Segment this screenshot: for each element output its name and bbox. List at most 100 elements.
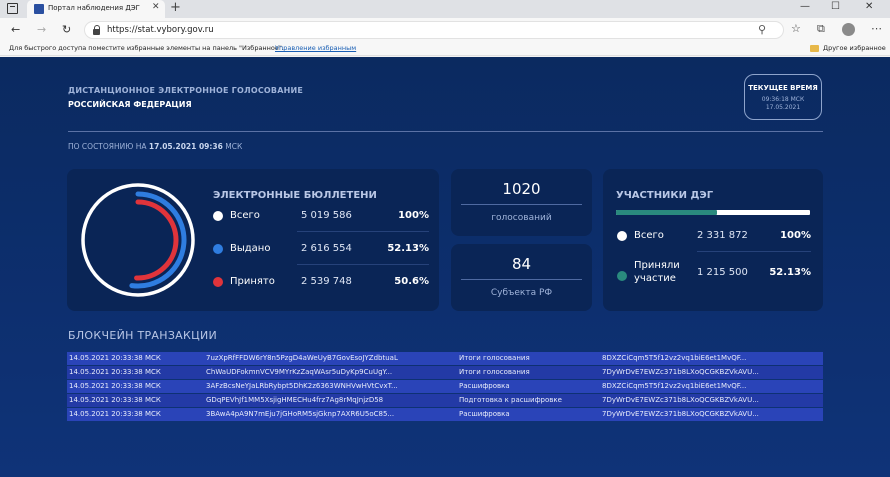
participants-progress-bar [616,210,810,215]
table-row[interactable]: 14.05.2021 20:33:38 МСК 7uzXpRfFFDW6rY8n5… [67,352,823,365]
current-time-label: ТЕКУЩЕЕ ВРЕМЯ [748,84,818,92]
row-value: 2 539 748 [301,276,352,287]
tx-type: Подготовка к расшифровке [459,396,562,404]
refresh-icon[interactable]: ↻ [62,23,71,36]
votes-card: 1020 голосований [451,169,592,236]
tx-signature: 8DXZCiCqm5T5f12vz2vq1biE6et1MvQF... [602,354,747,362]
dashboard-page: ДИСТАНЦИОННОЕ ЭЛЕКТРОННОЕ ГОЛОСОВАНИЕ РО… [0,57,890,477]
folder-icon [810,45,819,52]
back-icon[interactable]: ← [11,23,20,36]
row-percent: 52.13% [387,243,429,254]
read-aloud-icon[interactable]: ⚲ [758,23,766,36]
tx-type: Итоги голосования [459,368,530,376]
url-field[interactable]: https://stat.vybory.gov.ru ⚲ [84,21,784,39]
tx-type: Итоги голосования [459,354,530,362]
forward-icon[interactable]: → [37,23,46,36]
url-text: https://stat.vybory.gov.ru [107,25,214,35]
more-menu-icon[interactable]: ⋯ [871,22,882,35]
bulletins-donut-chart [81,183,195,297]
close-window-icon[interactable]: ✕ [865,1,873,12]
maximize-icon[interactable]: ☐ [831,1,840,12]
current-date-value: 17.05.2021 [765,104,801,111]
row-label: Всего [634,230,664,241]
address-bar: ← → ↻ https://stat.vybory.gov.ru ⚲ ☆ ⧉ ⋯ [0,18,890,42]
row-value: 5 019 586 [301,210,352,221]
header-divider [68,131,823,132]
donut-arc-accepted [134,199,179,281]
regions-divider [461,279,582,280]
tx-type: Расшифровка [459,410,510,418]
favorites-hint: Для быстрого доступа поместите избранные… [9,44,284,52]
tx-hash: GDqPEVhJf1MM5XsjigHMECHu4frz7Ag8rMqJnjzD… [206,396,384,404]
row-percent: 52.13% [769,267,811,278]
close-tab-icon[interactable]: ✕ [152,2,160,12]
row-value: 2 331 872 [697,230,748,241]
participants-card: УЧАСТНИКИ ДЭГ Всего 2 331 872 100% Приня… [603,169,823,311]
progress-fill [616,210,718,215]
page-subtitle: ДИСТАНЦИОННОЕ ЭЛЕКТРОННОЕ ГОЛОСОВАНИЕ [68,86,304,95]
bulletins-card: ЭЛЕКТРОННЫЕ БЮЛЛЕТЕНИ Всего 5 019 586 10… [67,169,439,311]
table-row[interactable]: 14.05.2021 20:33:38 МСК ChWaUDFokmnVCV9MY… [67,366,823,379]
row-divider [297,264,429,265]
favorites-bar: Для быстрого доступа поместите избранные… [0,42,890,56]
regions-card: 84 Субъекта РФ [451,244,592,311]
red-dot-icon [213,277,223,287]
transactions-table: 14.05.2021 20:33:38 МСК 7uzXpRfFFDW6rY8n5… [67,352,823,422]
row-label: Выдано [230,243,271,254]
as-of-line: ПО СОСТОЯНИЮ НА 17.05.2021 09:36 МСК [68,142,242,151]
row-divider [697,251,811,252]
votes-label: голосований [491,213,552,223]
profile-avatar[interactable] [842,23,855,36]
bulletins-row-issued: Выдано 2 616 554 52.13% [213,239,429,259]
favorites-star-icon[interactable]: ☆ [791,22,801,35]
tx-hash: 7uzXpRfFFDW6rY8n5PzgD4aWeUyB7GovEsoJYZdb… [206,354,398,362]
tx-hash: 3AFzBcsNeYJaLRbRybpt5DhK2z6363WNHVwHVtCv… [206,382,398,390]
tx-hash: 3BAwA4pA9N7mEju7jGHoRM5sjGknp7AXR6U5oC85… [206,410,395,418]
current-time-value: 09:36:18 МСК [761,96,805,103]
votes-divider [461,204,582,205]
tab-active[interactable]: Портал наблюдения ДЭГ ✕ [27,0,165,18]
regions-label: Субъекта РФ [490,288,553,298]
as-of-value: 17.05.2021 09:36 [148,142,223,151]
row-percent: 100% [780,230,811,241]
tx-time: 14.05.2021 20:33:38 МСК [69,354,161,362]
tx-signature: 8DXZCiCqm5T5f12vz2vq1biE6et1MvQF... [602,382,747,390]
collections-icon[interactable]: ⧉ [817,22,825,36]
tab-actions-icon[interactable] [7,3,18,14]
participants-row-voted: Приняли участие 1 215 500 52.13% [617,260,811,291]
participants-row-total: Всего 2 331 872 100% [617,226,811,246]
as-of-prefix: ПО СОСТОЯНИЮ НА [68,142,147,151]
current-time-box: ТЕКУЩЕЕ ВРЕМЯ 09:36:18 МСК 17.05.2021 [744,74,822,120]
minimize-icon[interactable]: — [800,1,810,12]
tx-signature: 7DyWrDvE7EWZc371b8LXoQCGKBZVkAVU... [602,368,759,376]
tab-title: Портал наблюдения ДЭГ [48,4,140,12]
manage-favorites-link[interactable]: Управление избранным [275,44,356,52]
row-label-line2: участие [634,273,676,284]
white-dot-icon [213,211,223,221]
bulletins-title: ЭЛЕКТРОННЫЕ БЮЛЛЕТЕНИ [213,190,377,201]
tx-time: 14.05.2021 20:33:38 МСК [69,410,161,418]
lock-icon [93,25,101,35]
other-favorites[interactable]: Другое избранное [823,44,886,52]
row-value: 1 215 500 [697,267,748,278]
table-row[interactable]: 14.05.2021 20:33:38 МСК GDqPEVhJf1MM5Xsji… [67,394,823,407]
bulletins-row-total: Всего 5 019 586 100% [213,206,429,226]
votes-count: 1020 [502,180,541,198]
regions-count: 84 [511,255,532,273]
tx-time: 14.05.2021 20:33:38 МСК [69,382,161,390]
tx-signature: 7DyWrDvE7EWZc371b8LXoQCGKBZVkAVU... [602,396,759,404]
row-value: 2 616 554 [301,243,352,254]
new-tab-icon[interactable]: + [170,0,181,15]
blockchain-title: БЛОКЧЕЙН ТРАНЗАКЦИИ [68,329,218,342]
table-row[interactable]: 14.05.2021 20:33:38 МСК 3AFzBcsNeYJaLRbRy… [67,380,823,393]
participants-title: УЧАСТНИКИ ДЭГ [616,190,714,201]
tx-type: Расшифровка [459,382,510,390]
tx-time: 14.05.2021 20:33:38 МСК [69,368,161,376]
tx-signature: 7DyWrDvE7EWZc371b8LXoQCGKBZVkAVU... [602,410,759,418]
row-divider [297,231,429,232]
table-row[interactable]: 14.05.2021 20:33:38 МСК 3BAwA4pA9N7mEju7j… [67,408,823,421]
white-dot-icon [617,231,627,241]
gov-favicon-icon [34,4,44,14]
row-label-line1: Приняли [634,260,680,271]
row-percent: 50.6% [394,276,429,287]
